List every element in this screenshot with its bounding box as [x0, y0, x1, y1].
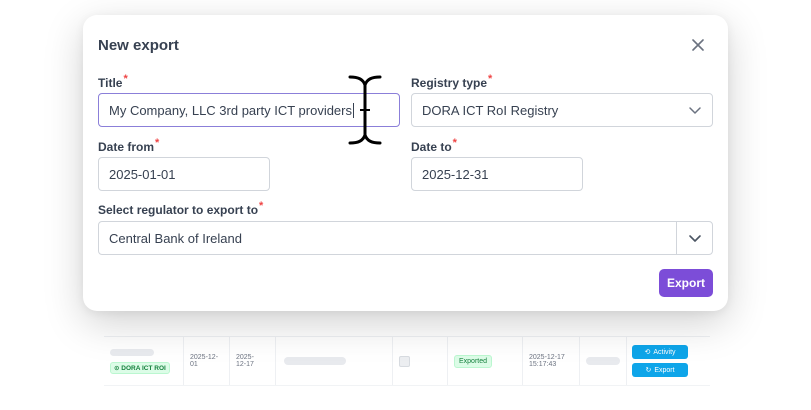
chevron-down-icon [689, 107, 701, 114]
timestamp-cell: 2025-12-17 15:17:43 [523, 337, 580, 385]
date-to-text-2: 12-17 [236, 361, 254, 368]
export-button[interactable]: Export [659, 269, 713, 297]
modal-title: New export [98, 37, 179, 54]
date-from-value: 2025-01-01 [109, 166, 176, 182]
registry-badge-label: DORA ICT ROI [121, 364, 166, 372]
date-to-label: Date to* [411, 137, 457, 154]
regulator-dropdown-toggle[interactable] [676, 222, 712, 254]
registry-type-label: Registry type* [411, 73, 493, 90]
title-input-value: My Company, LLC 3rd party ICT providers [109, 102, 352, 118]
background-table-row: ⊙ DORA ICT ROI 2025-12- 01 2025- 12-17 E… [104, 336, 710, 386]
date-from-text-2: 01 [190, 361, 198, 368]
date-from-text: 2025-12- [190, 354, 219, 361]
date-to-cell: 2025- 12-17 [230, 337, 276, 385]
date-to-label-text: Date to [411, 140, 452, 154]
chevron-down-icon [688, 235, 701, 242]
history-icon: ⟲ [644, 349, 651, 356]
new-export-modal: New export Title* My Company, LLC 3rd pa… [83, 15, 728, 311]
timestamp-text: 2025-12-17 [529, 354, 565, 361]
date-from-label-text: Date from [98, 140, 155, 154]
date-to-value: 2025-12-31 [422, 166, 489, 182]
date-from-input[interactable]: 2025-01-01 [98, 157, 270, 191]
status-badge: Exported [454, 354, 493, 368]
status-cell: Exported [448, 337, 523, 385]
date-from-cell: 2025-12- 01 [184, 337, 230, 385]
row-export-button[interactable]: ↻ Export [632, 363, 688, 377]
skeleton-placeholder [110, 348, 154, 356]
regulator-select[interactable]: Central Bank of Ireland [98, 221, 713, 255]
required-marker: * [123, 73, 128, 85]
title-cell [276, 337, 393, 385]
actions-cell: ⟲ Activity ↻ Export [627, 337, 710, 385]
required-marker: * [259, 200, 264, 212]
registry-type-select[interactable]: DORA ICT RoI Registry [411, 93, 713, 127]
skeleton-placeholder [284, 357, 346, 365]
refresh-icon: ↻ [645, 367, 652, 374]
registry-badge: ⊙ DORA ICT ROI [110, 361, 170, 374]
regulator-label-text: Select regulator to export to [98, 203, 259, 217]
select-cell [393, 337, 448, 385]
date-to-text: 2025- [236, 354, 254, 361]
regulator-label: Select regulator to export to* [98, 200, 264, 217]
title-label: Title* [98, 73, 128, 90]
row-export-button-label: Export [654, 366, 675, 374]
close-button[interactable] [689, 36, 707, 54]
required-marker: * [452, 137, 457, 149]
activity-button-label: Activity [653, 348, 676, 356]
date-from-label: Date from* [98, 137, 160, 154]
registry-type-value: DORA ICT RoI Registry [422, 102, 559, 118]
text-cursor-icon [348, 75, 382, 145]
registry-type-label-text: Registry type [411, 76, 488, 90]
required-marker: * [488, 73, 493, 85]
row-checkbox[interactable] [399, 355, 410, 367]
required-marker: * [155, 137, 160, 149]
skeleton-placeholder [586, 357, 620, 365]
timestamp-text-2: 15:17:43 [529, 361, 557, 368]
title-label-text: Title [98, 76, 123, 90]
close-icon [692, 39, 704, 51]
activity-button[interactable]: ⟲ Activity [632, 345, 688, 359]
registry-cell: ⊙ DORA ICT ROI [104, 337, 184, 385]
regulator-value: Central Bank of Ireland [109, 230, 242, 246]
date-to-input[interactable]: 2025-12-31 [411, 157, 583, 191]
owner-cell [580, 337, 627, 385]
